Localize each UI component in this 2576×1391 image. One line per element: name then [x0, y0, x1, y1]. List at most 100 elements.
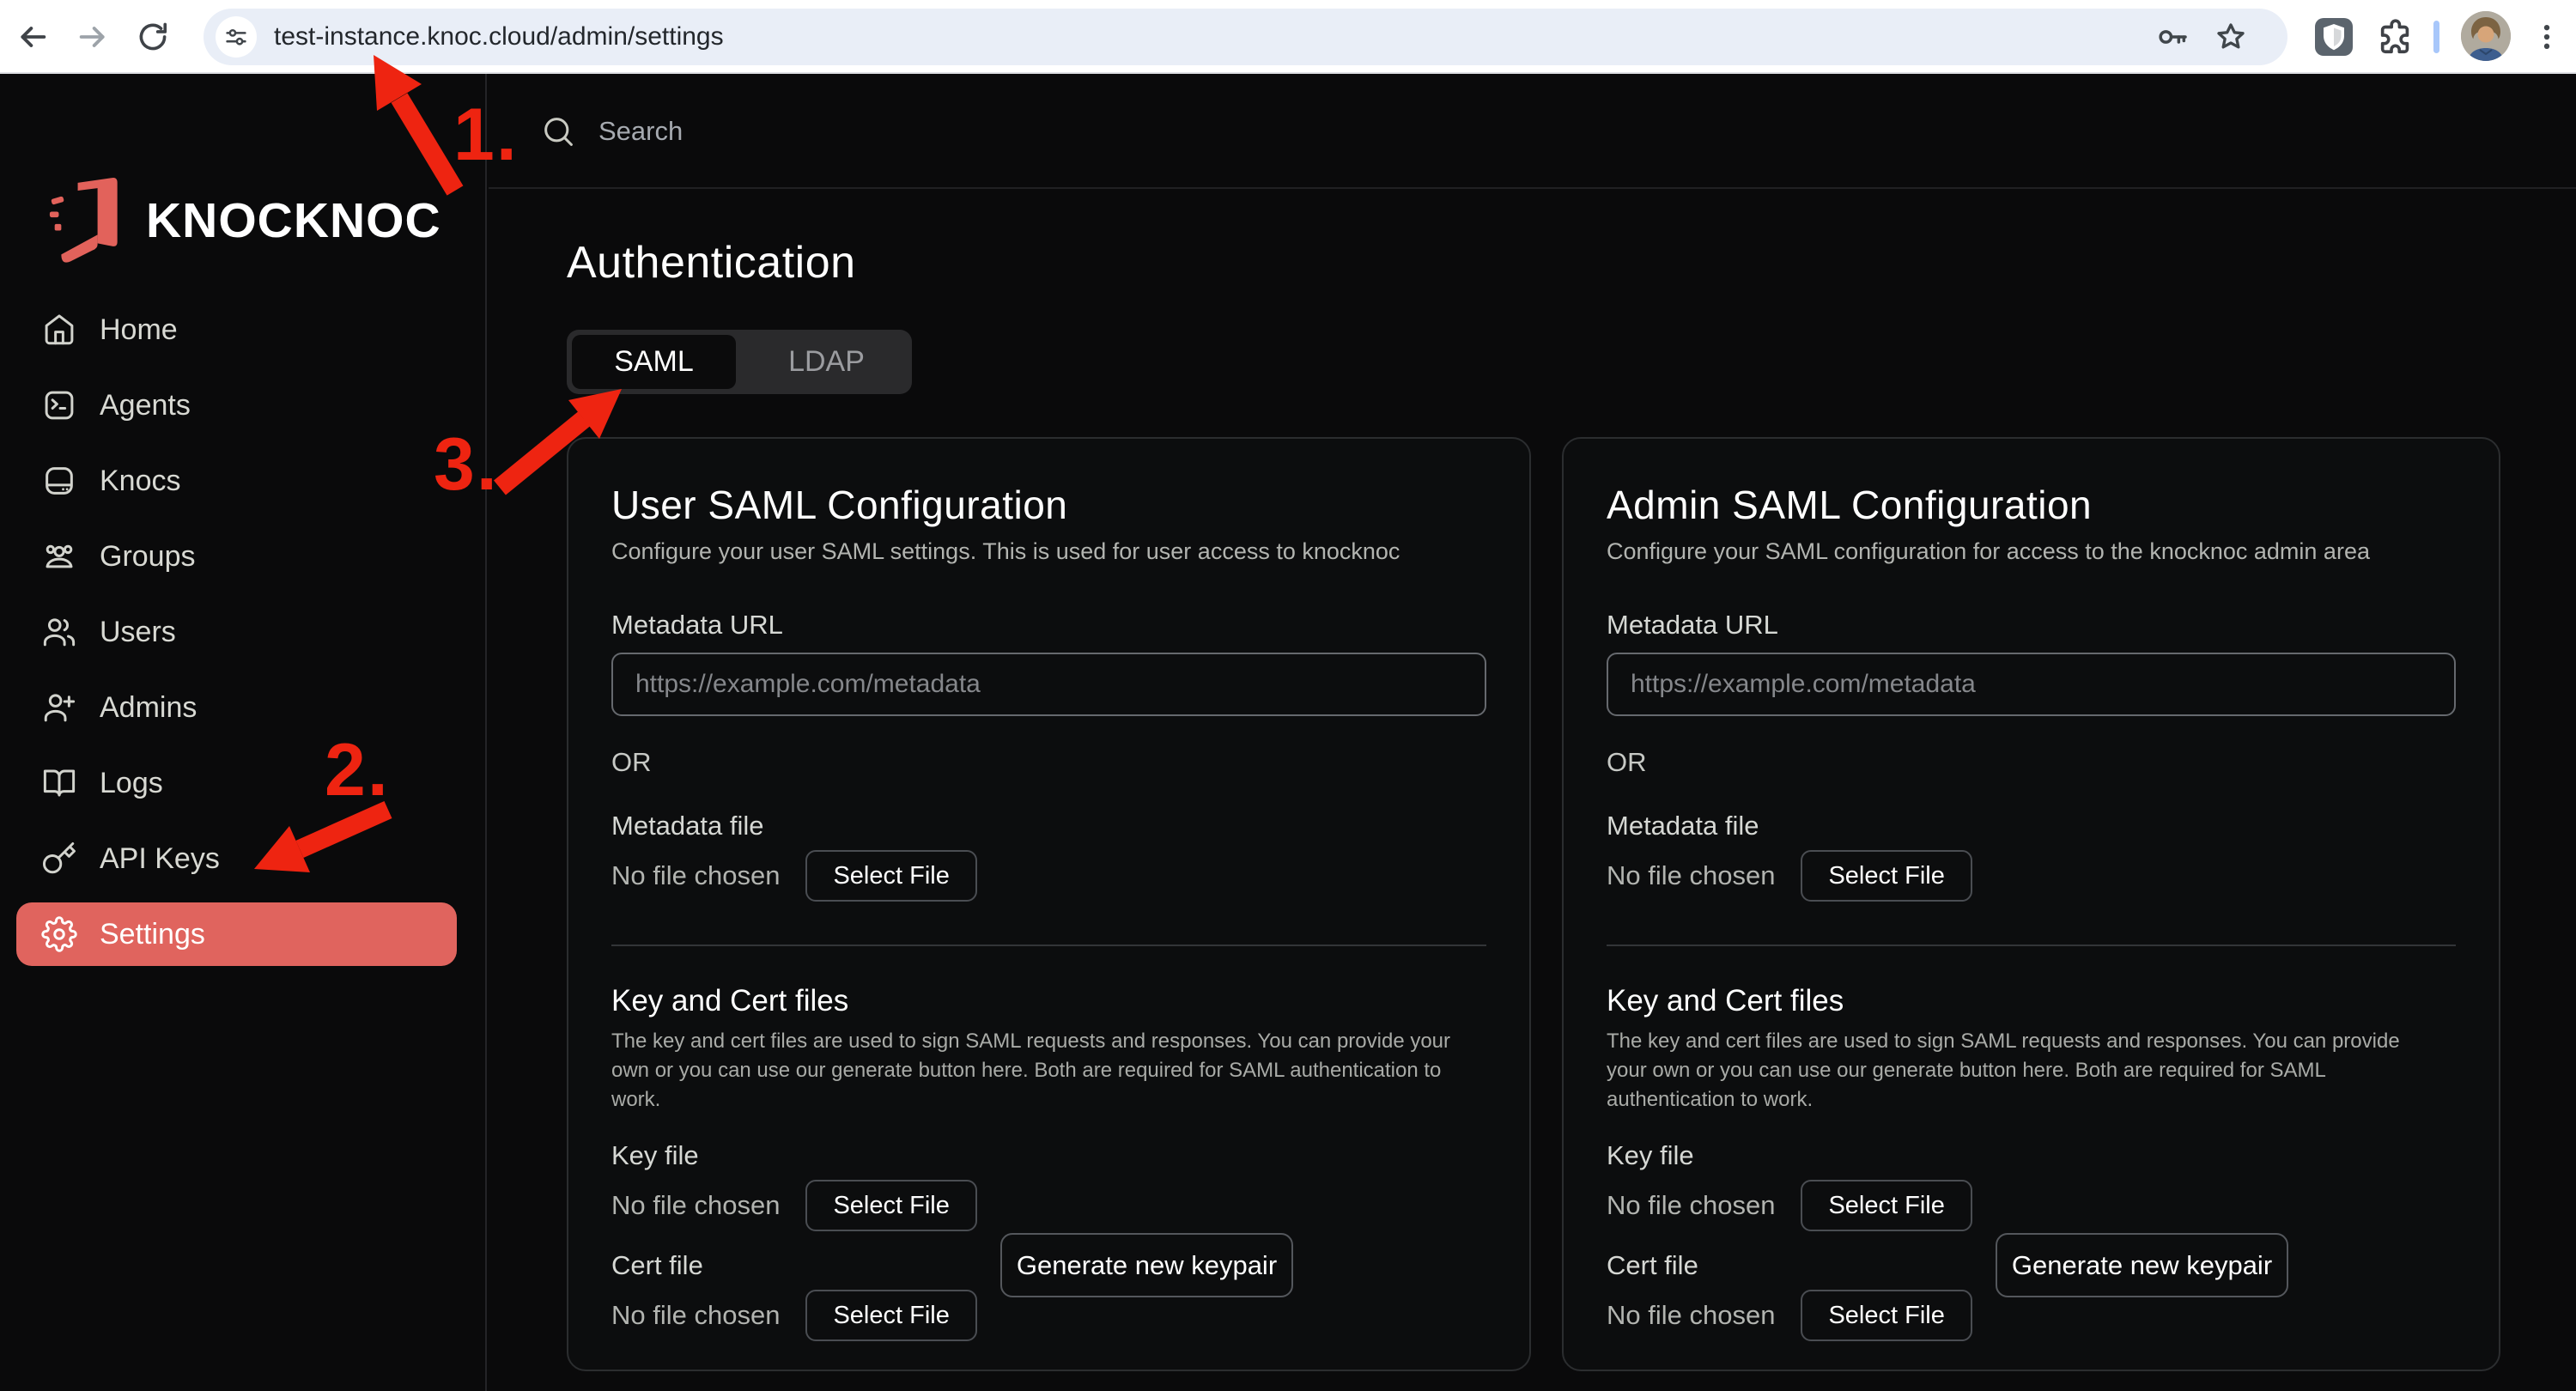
key-icon [41, 841, 77, 877]
kebab-menu-icon [2530, 20, 2564, 54]
card-subtitle: Configure your SAML configuration for ac… [1607, 538, 2456, 565]
sidebar-item-users[interactable]: Users [0, 594, 483, 670]
puzzle-icon [2376, 17, 2415, 57]
active-item-highlight [16, 902, 457, 966]
sidebar-item-admins[interactable]: Admins [0, 670, 483, 745]
select-key-file-button[interactable]: Select File [805, 1180, 976, 1231]
app-logo-text: KNOCKNOC [146, 192, 441, 249]
generate-keypair-button[interactable]: Generate new keypair [1996, 1233, 2288, 1297]
sidebar-item-label: Logs [100, 767, 163, 800]
metadata-file-row: No file chosen Select File [611, 845, 1486, 907]
tune-icon [223, 24, 249, 50]
auth-tab-group: SAML LDAP [567, 330, 912, 394]
or-label: OR [611, 747, 1486, 778]
browser-menu-button[interactable] [2524, 15, 2569, 59]
no-file-chosen-text: No file chosen [611, 1300, 780, 1331]
select-metadata-file-button[interactable]: Select File [805, 850, 976, 902]
key-cert-description: The key and cert files are used to sign … [611, 1027, 1486, 1115]
sidebar-item-agents[interactable]: Agents [0, 367, 483, 443]
search-icon [540, 113, 576, 149]
sidebar-item-label: Users [100, 616, 176, 649]
groups-icon [41, 538, 77, 574]
book-open-icon [41, 765, 77, 801]
sidebar-item-groups[interactable]: Groups [0, 519, 483, 594]
select-cert-file-button[interactable]: Select File [805, 1290, 976, 1341]
knocknoc-door-icon [48, 173, 131, 268]
sidebar-item-knocs[interactable]: Knocs [0, 443, 483, 519]
sidebar-item-settings[interactable]: Settings [0, 896, 483, 972]
tab-saml[interactable]: SAML [572, 335, 736, 389]
toolbar-divider [2433, 21, 2439, 53]
key-file-row: No file chosen Select File [1607, 1175, 2456, 1236]
star-icon [2214, 20, 2248, 54]
gear-icon [41, 916, 77, 952]
section-divider [611, 945, 1486, 946]
key-cert-title: Key and Cert files [1607, 984, 2456, 1018]
sidebar-item-label: Settings [100, 918, 205, 951]
key-cert-line: authentication to work. [1607, 1085, 2456, 1115]
bookmark-button[interactable] [2212, 18, 2250, 56]
key-cert-description: The key and cert files are used to sign … [1607, 1027, 2456, 1115]
key-file-label: Key file [1607, 1140, 2456, 1171]
home-icon [41, 312, 77, 348]
extensions-button[interactable] [2375, 16, 2416, 58]
tab-ldap[interactable]: LDAP [741, 330, 912, 394]
site-settings-button[interactable] [216, 16, 257, 58]
no-file-chosen-text: No file chosen [611, 860, 780, 891]
user-saml-card: User SAML Configuration Configure your u… [567, 437, 1531, 1371]
metadata-url-label: Metadata URL [611, 610, 1486, 641]
browser-reload-button[interactable] [131, 15, 175, 59]
browser-back-button[interactable] [10, 15, 55, 59]
search-bar[interactable]: Search [489, 74, 2576, 189]
address-bar[interactable]: test-instance.knoc.cloud/admin/settings [204, 9, 2287, 65]
card-title: User SAML Configuration [611, 482, 1486, 528]
sidebar-item-logs[interactable]: Logs [0, 745, 483, 821]
app-logo[interactable]: KNOCKNOC [48, 173, 441, 268]
key-icon [2155, 20, 2190, 54]
sidebar-item-label: Knocs [100, 465, 181, 498]
metadata-file-label: Metadata file [611, 811, 1486, 841]
card-subtitle: Configure your user SAML settings. This … [611, 538, 1486, 565]
browser-forward-button[interactable] [70, 15, 115, 59]
browser-profile-avatar[interactable] [2461, 11, 2511, 61]
metadata-url-input[interactable] [611, 653, 1486, 716]
select-cert-file-button[interactable]: Select File [1801, 1290, 1971, 1341]
key-cert-line: The key and cert files are used to sign … [1607, 1027, 2456, 1056]
no-file-chosen-text: No file chosen [1607, 860, 1775, 891]
terminal-icon [41, 387, 77, 423]
no-file-chosen-text: No file chosen [1607, 1300, 1775, 1331]
arrow-right-icon [76, 20, 110, 54]
arrow-left-icon [15, 20, 50, 54]
admin-saml-card: Admin SAML Configuration Configure your … [1562, 437, 2500, 1371]
browser-toolbar: test-instance.knoc.cloud/admin/settings [0, 0, 2576, 74]
select-key-file-button[interactable]: Select File [1801, 1180, 1971, 1231]
key-cert-line: The key and cert files are used to sign … [611, 1027, 1486, 1056]
bitwarden-extension-button[interactable] [2313, 16, 2354, 58]
sidebar-item-label: Admins [100, 691, 197, 725]
sidebar-item-home[interactable]: Home [0, 292, 483, 367]
key-cert-line: your own or you can use our generate but… [1607, 1056, 2456, 1085]
url-text: test-instance.knoc.cloud/admin/settings [274, 9, 724, 65]
password-manager-button[interactable] [2154, 18, 2191, 56]
shield-icon [2314, 17, 2354, 57]
avatar-photo [2461, 11, 2511, 61]
generate-keypair-button[interactable]: Generate new keypair [1000, 1233, 1293, 1297]
key-file-label: Key file [611, 1140, 1486, 1171]
sidebar-item-label: Home [100, 313, 178, 347]
user-plus-icon [41, 689, 77, 726]
metadata-url-input[interactable] [1607, 653, 2456, 716]
reload-icon [137, 21, 169, 53]
key-file-row: No file chosen Select File [611, 1175, 1486, 1236]
sidebar: KNOCKNOC Home Agents Knocs Groups Users … [0, 74, 487, 1391]
key-cert-title: Key and Cert files [611, 984, 1486, 1018]
metadata-file-label: Metadata file [1607, 811, 2456, 841]
metadata-url-label: Metadata URL [1607, 610, 2456, 641]
no-file-chosen-text: No file chosen [611, 1190, 780, 1221]
sidebar-item-api-keys[interactable]: API Keys [0, 821, 483, 896]
sidebar-item-label: API Keys [100, 842, 220, 876]
select-metadata-file-button[interactable]: Select File [1801, 850, 1971, 902]
section-divider [1607, 945, 2456, 946]
drive-icon [41, 463, 77, 499]
metadata-file-row: No file chosen Select File [1607, 845, 2456, 907]
page-title: Authentication [567, 237, 856, 289]
